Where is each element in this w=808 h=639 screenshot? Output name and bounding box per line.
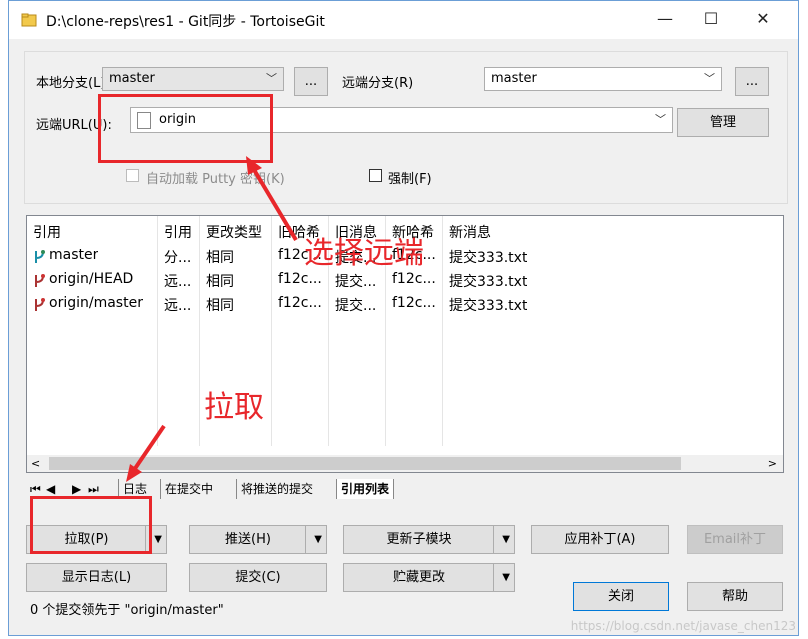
annotation-arrows — [126, 156, 298, 482]
annotation-pull: 拉取 — [204, 390, 264, 425]
arrow-pull — [132, 424, 166, 472]
annotation-select-remote: 选择远端 — [304, 236, 424, 271]
arrow-head-pull — [126, 464, 142, 482]
arrow-select-remote — [251, 166, 298, 242]
watermark: https://blog.csdn.net/javase_chen123 — [570, 619, 796, 633]
